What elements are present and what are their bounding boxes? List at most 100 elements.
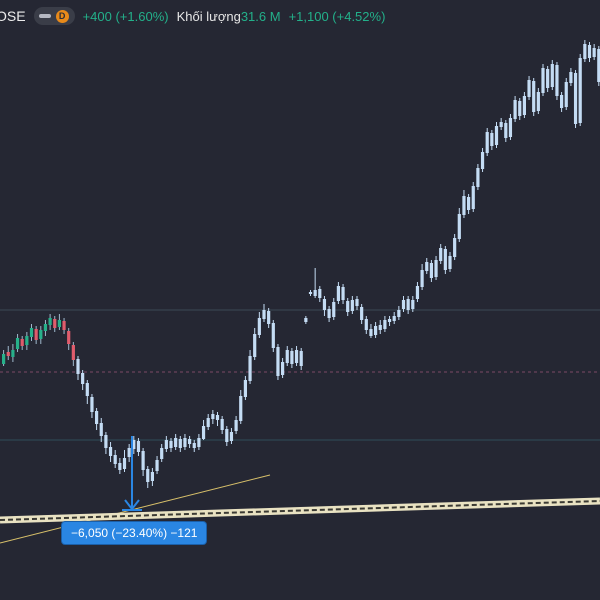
candle-body (81, 373, 85, 384)
candle-body (397, 310, 401, 317)
candle-body (536, 92, 540, 111)
candle-body (234, 420, 238, 431)
candle-body (15, 338, 20, 349)
candle-body (29, 328, 34, 337)
candle-body (555, 65, 559, 96)
candle-body (39, 330, 43, 339)
candle-body (90, 397, 94, 412)
candle-body (299, 351, 303, 366)
candle-body (34, 329, 38, 340)
candle-body (313, 290, 317, 296)
candle-body (411, 300, 415, 309)
candle-body (262, 310, 266, 319)
candle-body (406, 299, 410, 310)
candle-body (146, 469, 150, 482)
candle-body (573, 73, 578, 124)
candle-body (583, 44, 587, 59)
candle-body (57, 320, 61, 327)
candle-body (485, 132, 489, 153)
candle-body (462, 196, 466, 215)
candle-body (164, 440, 168, 449)
candle-body (169, 441, 173, 448)
price-chart[interactable] (0, 0, 600, 600)
candle-body (369, 329, 373, 336)
candle-body (225, 429, 229, 442)
candle-body (6, 352, 10, 356)
candle-body (281, 362, 285, 375)
candle-body (95, 411, 99, 424)
candle-body (104, 435, 108, 448)
candle-body (508, 118, 513, 137)
candle-body (453, 238, 457, 257)
candle-body (341, 287, 345, 300)
candle-body (48, 318, 52, 325)
candle-body (215, 415, 220, 420)
candle-body (197, 438, 201, 447)
candle-body (318, 289, 322, 298)
candle-body (494, 126, 499, 145)
candle-body (136, 441, 141, 452)
candle-body (434, 260, 438, 277)
candle-body (332, 302, 336, 317)
candle-body (415, 286, 420, 299)
candle-body (504, 123, 508, 138)
candle-body (360, 307, 364, 320)
candle-body (160, 448, 164, 459)
candle-body (490, 133, 494, 146)
candle-body (229, 432, 234, 441)
candle-body (192, 443, 196, 448)
candle-body (2, 354, 6, 364)
candle-body (480, 152, 485, 169)
candle-body (76, 359, 80, 374)
candle-body (248, 356, 252, 381)
candle-body (206, 418, 210, 427)
candle-body (11, 350, 15, 357)
candle-body (257, 318, 261, 335)
candle-body (346, 301, 350, 312)
candle-body (308, 292, 313, 294)
candle-body (374, 326, 378, 335)
candle-body (378, 325, 382, 330)
candle-body (546, 69, 550, 88)
candle-body (122, 458, 127, 469)
candle-body (53, 319, 57, 328)
candle-body (336, 286, 340, 301)
candle-body (188, 439, 192, 444)
candle-body (457, 214, 461, 239)
measurement-callout[interactable]: −6,050 (−23.40%) −121 (62, 522, 207, 544)
candle-body (183, 438, 187, 447)
candle-body (271, 323, 275, 348)
candle-body (443, 249, 447, 270)
candle-body (355, 299, 359, 306)
candle-body (294, 350, 299, 363)
candle-body (220, 419, 224, 430)
candle-body (350, 300, 354, 311)
ohlc-series (2, 40, 600, 488)
candle-body (467, 197, 471, 210)
candle-body (43, 324, 48, 331)
candle-body (62, 321, 66, 330)
candle-body (518, 101, 522, 116)
candle-body (71, 345, 75, 360)
candle-body (276, 347, 280, 376)
candle-body (243, 380, 247, 397)
candle-body (211, 414, 215, 419)
candle-body (429, 263, 433, 278)
candle-body (569, 72, 573, 83)
candle-body (304, 318, 308, 322)
candle-body (560, 95, 564, 108)
candle-body (327, 309, 331, 318)
candle-body (267, 311, 271, 324)
candle-body (578, 58, 582, 123)
candle-body (25, 336, 29, 345)
candle-body (587, 45, 592, 58)
candle-body (364, 319, 368, 330)
candle-body (67, 331, 71, 344)
candle-body (448, 256, 452, 269)
candle-body (499, 122, 503, 127)
candle-body (322, 299, 327, 310)
candle-body (383, 320, 387, 329)
candle-body (290, 351, 294, 364)
candle-body (564, 82, 568, 107)
candle-body (387, 319, 392, 322)
